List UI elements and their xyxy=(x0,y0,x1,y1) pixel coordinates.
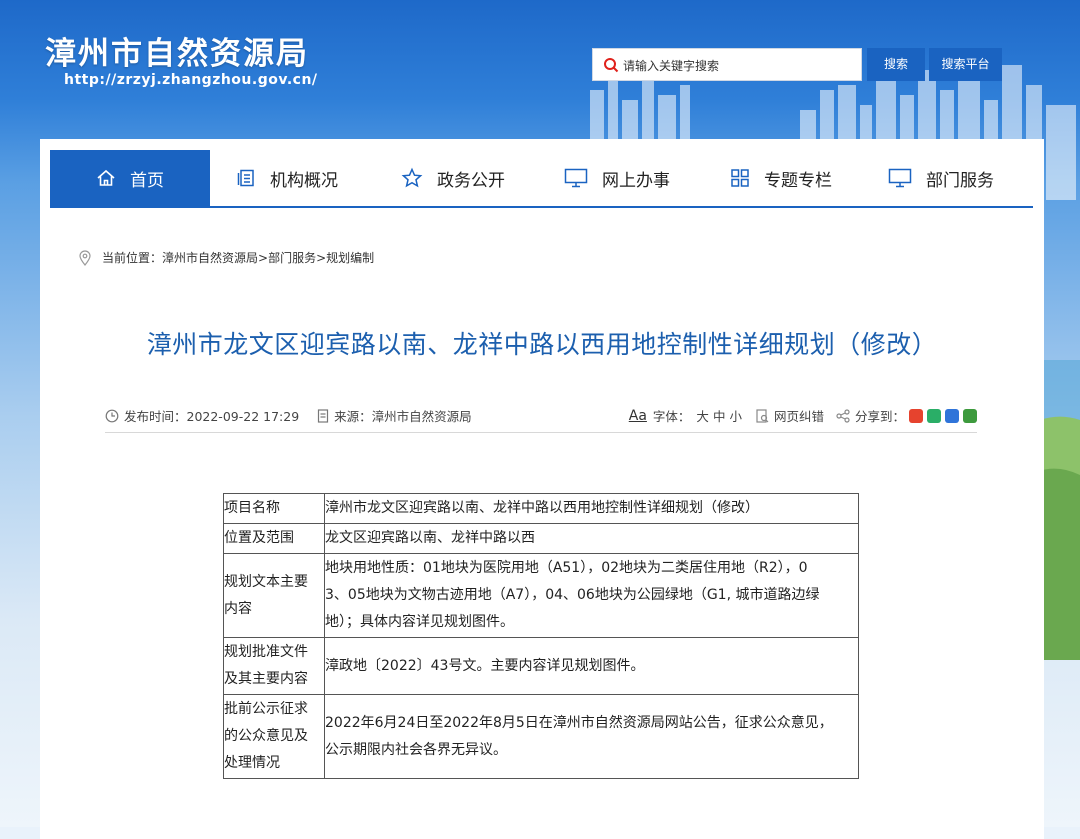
monitor-icon xyxy=(564,168,588,188)
breadcrumb: 当前位置： 漳州市自然资源局>部门服务>规划编制 xyxy=(78,249,374,266)
key-line: 处理情况 xyxy=(224,755,280,771)
font-size-medium[interactable]: 中 xyxy=(713,406,726,425)
font-size-label: 字体： xyxy=(652,409,691,424)
main-nav: 首页 机构概况 政务公开 网上办事 专题专栏 部门服务 xyxy=(50,150,1033,208)
value-line: 地块用地性质：01地块为医院用地（A51），02地块为二类居住用地（R2），0 xyxy=(325,560,808,576)
content-panel: 首页 机构概况 政务公开 网上办事 专题专栏 部门服务 当前位置： 漳州市自然资… xyxy=(40,139,1044,839)
breadcrumb-path[interactable]: 漳州市自然资源局>部门服务>规划编制 xyxy=(162,249,374,266)
table-key-cell: 位置及范围 xyxy=(223,523,325,554)
search-platform-button[interactable]: 搜索平台 xyxy=(929,48,1002,81)
key-line: 规划文本主要 xyxy=(224,573,308,590)
table-key-cell: 批前公示征求 的公众意见及 处理情况 xyxy=(223,694,325,779)
table-value-cell: 漳州市龙文区迎宾路以南、龙祥中路以西用地控制性详细规划（修改） xyxy=(324,493,859,524)
qq-share-icon[interactable] xyxy=(945,408,959,423)
nav-item-topics[interactable]: 专题专栏 xyxy=(730,150,832,206)
nav-item-department-services[interactable]: 部门服务 xyxy=(888,150,994,206)
value-line: 公示期限内社会各界无异议。 xyxy=(325,741,507,758)
nav-label-affairs: 政务公开 xyxy=(437,170,505,191)
grid-icon xyxy=(731,169,749,187)
document-list-icon xyxy=(237,169,254,187)
douban-share-icon[interactable] xyxy=(963,408,977,423)
value-line: 漳州市龙文区迎宾路以南、龙祥中路以西用地控制性详细规划（修改） xyxy=(325,500,759,516)
wechat-share-icon[interactable] xyxy=(927,408,941,423)
table-row: 批前公示征求 的公众意见及 处理情况 2022年6月24日至2022年8月5日在… xyxy=(223,694,859,779)
value-line: 龙文区迎宾路以南、龙祥中路以西 xyxy=(325,530,535,546)
star-icon xyxy=(401,167,423,188)
report-error-icon xyxy=(756,408,769,423)
font-size-small[interactable]: 小 xyxy=(729,406,742,425)
breadcrumb-prefix: 当前位置： xyxy=(102,251,163,265)
table-key-cell: 项目名称 xyxy=(223,493,325,524)
key-line: 规划批准文件 xyxy=(224,644,308,660)
info-table: 项目名称 漳州市龙文区迎宾路以南、龙祥中路以西用地控制性详细规划（修改） 位置及… xyxy=(223,493,859,779)
table-key-cell: 规划批准文件 及其主要内容 xyxy=(223,637,325,695)
key-line: 项目名称 xyxy=(224,500,280,516)
search-box xyxy=(592,48,862,82)
share-label: 分享到： xyxy=(854,409,905,424)
key-line: 批前公示征求 xyxy=(224,701,308,717)
value-line: 地）；具体内容详见规划图件。 xyxy=(325,614,514,630)
site-url: http://zrzyj.zhangzhou.gov.cn/ xyxy=(64,72,318,88)
table-row: 规划文本主要 内容 地块用地性质：01地块为医院用地（A51），02地块为二类居… xyxy=(223,553,859,638)
report-error-link[interactable]: 网页纠错 xyxy=(774,406,824,425)
search-button[interactable]: 搜索 xyxy=(867,48,925,81)
nav-item-online-services[interactable]: 网上办事 xyxy=(564,150,670,206)
article-source: 来源：漳州市自然资源局 xyxy=(334,409,472,424)
table-value-cell: 2022年6月24日至2022年8月5日在漳州市自然资源局网站公告，征求公众意见… xyxy=(324,694,859,779)
site-title[interactable]: 漳州市自然资源局 xyxy=(45,28,309,73)
nav-label-about: 机构概况 xyxy=(270,170,338,191)
nav-item-home[interactable]: 首页 xyxy=(50,150,210,206)
value-line: 漳政地〔2022〕43号文。主要内容详见规划图件。 xyxy=(325,657,645,674)
search-input[interactable] xyxy=(621,49,861,82)
table-row: 规划批准文件 及其主要内容 漳政地〔2022〕43号文。主要内容详见规划图件。 xyxy=(223,637,859,695)
nav-label-home: 首页 xyxy=(130,170,164,191)
nav-item-affairs[interactable]: 政务公开 xyxy=(401,150,505,206)
table-key-cell: 规划文本主要 内容 xyxy=(223,553,325,638)
nav-label-topics: 专题专栏 xyxy=(764,170,832,191)
key-line: 及其主要内容 xyxy=(224,671,308,687)
nav-label-department-services: 部门服务 xyxy=(926,170,994,191)
key-line: 内容 xyxy=(224,600,252,617)
table-row: 位置及范围 龙文区迎宾路以南、龙祥中路以西 xyxy=(223,523,859,554)
article-title: 漳州市龙文区迎宾路以南、龙祥中路以西用地控制性详细规划（修改） xyxy=(146,330,938,359)
location-pin-icon xyxy=(79,249,91,266)
table-value-cell: 龙文区迎宾路以南、龙祥中路以西 xyxy=(324,523,859,554)
home-icon xyxy=(97,169,115,186)
clock-icon xyxy=(105,409,119,422)
monitor-icon xyxy=(888,168,912,188)
search-icon xyxy=(604,58,619,73)
table-value-cell: 漳政地〔2022〕43号文。主要内容详见规划图件。 xyxy=(324,637,859,695)
font-aa-label: Aa xyxy=(628,407,647,424)
nav-label-online-services: 网上办事 xyxy=(602,170,670,191)
nav-item-about[interactable]: 机构概况 xyxy=(236,150,338,206)
font-size-large[interactable]: 大 xyxy=(696,406,709,425)
key-line: 的公众意见及 xyxy=(224,728,308,744)
article-meta: 发布时间：2022-09-22 17:29 来源：漳州市自然资源局 Aa 字体：… xyxy=(105,406,977,433)
weibo-share-icon[interactable] xyxy=(909,408,923,423)
publish-time: 发布时间：2022-09-22 17:29 xyxy=(124,409,300,424)
share-icon xyxy=(836,408,850,423)
key-line: 位置及范围 xyxy=(224,530,294,546)
value-line: 2022年6月24日至2022年8月5日在漳州市自然资源局网站公告，征求公众意见… xyxy=(325,714,833,731)
source-doc-icon xyxy=(318,408,329,423)
table-row: 项目名称 漳州市龙文区迎宾路以南、龙祥中路以西用地控制性详细规划（修改） xyxy=(223,493,859,524)
table-value-cell: 地块用地性质：01地块为医院用地（A51），02地块为二类居住用地（R2），0 … xyxy=(324,553,859,638)
value-line: 3、05地块为文物古迹用地（A7），04、06地块为公园绿地（G1, 城市道路边… xyxy=(325,587,820,603)
